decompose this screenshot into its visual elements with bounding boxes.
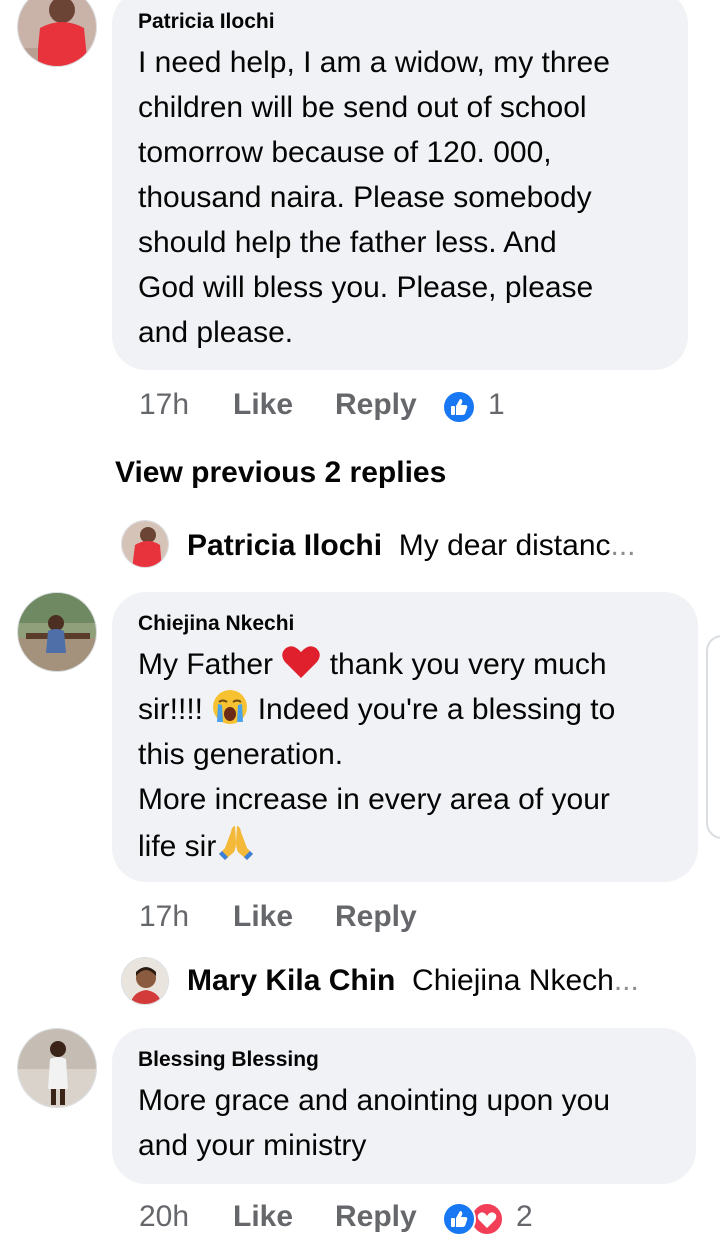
comment-text: More grace and anointing upon you and yo… (138, 1078, 610, 1168)
comment-author[interactable]: Chiejina Nkechi (138, 612, 294, 636)
comment-line: and your ministry (138, 1129, 367, 1162)
floating-panel-edge (706, 635, 720, 839)
comment-line: More grace and anointing upon you (138, 1084, 611, 1117)
comment-time: 17h (139, 900, 190, 933)
avatar-photo-icon (18, 593, 96, 671)
like-reaction-icon (442, 1202, 476, 1236)
like-button[interactable]: Like (233, 900, 293, 934)
loudly-crying-face-emoji (213, 690, 248, 724)
comment-bubble: Blessing Blessing More grace and anointi… (112, 1028, 696, 1184)
comment-line: sir!!!! Indeed you're a blessing to (138, 687, 615, 732)
comment-line: and please. (138, 316, 294, 349)
comment-line: this generation. (138, 738, 344, 771)
ellipsis: ... (613, 964, 639, 997)
avatar[interactable] (17, 0, 97, 67)
like-button[interactable]: Like (233, 388, 293, 422)
comment-bubble: Patricia Ilochi I need help, I am a wido… (112, 0, 688, 370)
avatar-photo-icon (18, 1029, 96, 1107)
comment-line-part: Indeed you're a blessing to (257, 693, 616, 726)
avatar-photo-icon (122, 521, 168, 567)
comment-line: My Father thank you very much (138, 642, 615, 687)
ellipsis: ... (610, 529, 636, 562)
like-reaction-icon[interactable] (442, 390, 476, 424)
red-heart-emoji (282, 646, 321, 678)
reply-preview-text: My dear distanc (398, 529, 611, 562)
comment-time: 17h (139, 388, 190, 421)
reaction-count[interactable]: 2 (516, 1200, 533, 1234)
view-previous-replies-link[interactable]: View previous 2 replies (115, 456, 446, 490)
reply-button[interactable]: Reply (335, 388, 417, 422)
reply-author[interactable]: Mary Kila Chin (187, 964, 395, 997)
avatar-photo-icon (122, 958, 168, 1004)
comment-line: thousand naira. Please somebody (138, 181, 592, 214)
comment-bubble: Chiejina Nkechi My Father thank you very… (112, 592, 698, 882)
comment-line-part: My Father (138, 648, 274, 681)
reply-author[interactable]: Patricia Ilochi (187, 529, 382, 562)
reply-preview[interactable]: Mary Kila Chin Chiejina Nkech... (187, 964, 639, 998)
reply-button[interactable]: Reply (335, 1200, 417, 1234)
comment-text: My Father thank you very much sir!!!! In… (138, 642, 615, 869)
comment-line: tomorrow because of 120. 000, (138, 136, 552, 169)
comment-line: children will be send out of school (138, 91, 587, 124)
comment-line-part: life sir (138, 830, 217, 863)
comment-line: life sir (138, 822, 615, 869)
avatar[interactable] (17, 592, 97, 672)
comment-text: I need help, I am a widow, my three chil… (138, 40, 610, 355)
reply-button[interactable]: Reply (335, 900, 417, 934)
avatar[interactable] (17, 1028, 97, 1108)
comment-line: I need help, I am a widow, my three (138, 46, 610, 79)
comment-line: God will bless you. Please, please (138, 271, 594, 304)
comment-time: 20h (139, 1200, 190, 1233)
reactions-summary[interactable] (442, 1202, 506, 1236)
folded-hands-emoji (219, 826, 254, 860)
comment-line: should help the father less. And (138, 226, 557, 259)
comment-line-part: thank you very much (329, 648, 607, 681)
comment-line-part: sir!!!! (138, 693, 203, 726)
reply-preview-text: Chiejina Nkech (412, 964, 614, 997)
like-button[interactable]: Like (233, 1200, 293, 1234)
comment-author[interactable]: Blessing Blessing (138, 1048, 319, 1072)
avatar[interactable] (121, 957, 169, 1005)
comment-line: More increase in every area of your (138, 783, 610, 816)
comment-author[interactable]: Patricia Ilochi (138, 10, 275, 34)
avatar[interactable] (121, 520, 169, 568)
reaction-count[interactable]: 1 (488, 388, 505, 422)
reply-preview[interactable]: Patricia Ilochi My dear distanc... (187, 529, 636, 563)
avatar-photo-icon (18, 0, 96, 66)
